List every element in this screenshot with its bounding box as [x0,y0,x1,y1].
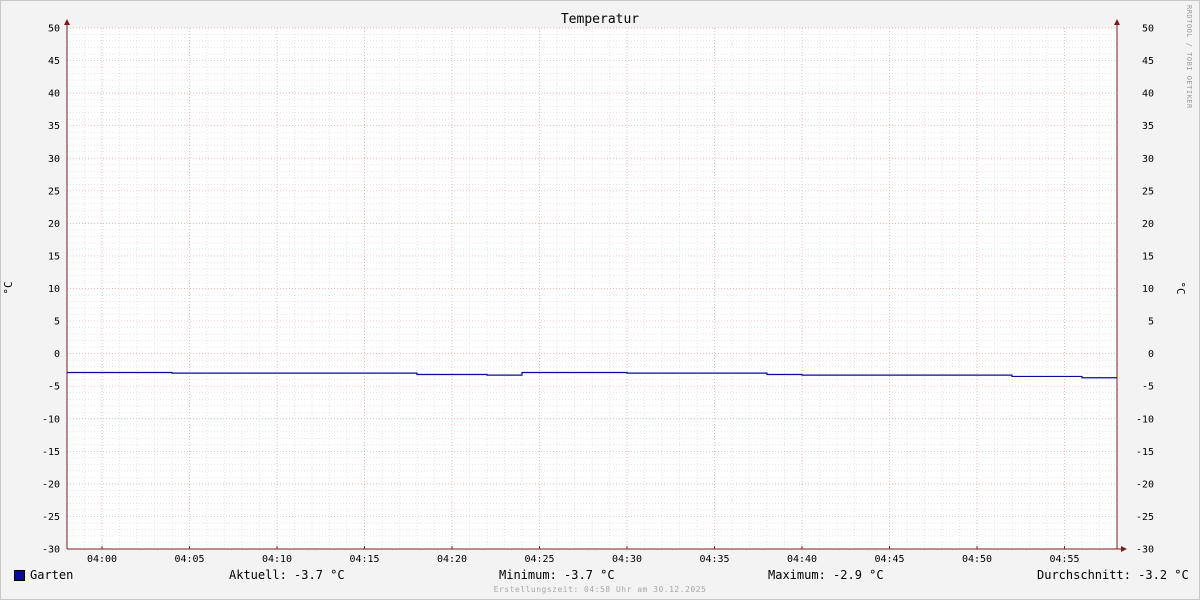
x-axis-arrow [1121,546,1127,552]
y-tick-label-right: 25 [1142,186,1154,197]
y-tick-label-left: 0 [54,349,60,360]
y-tick-label-right: -30 [1136,545,1154,556]
stat-durchschnitt: Durchschnitt: -3.2 °C [1037,568,1189,582]
y-tick-label-left: 30 [48,154,60,165]
x-tick-label: 04:10 [262,554,292,565]
y-tick-label-left: 5 [54,317,60,328]
y-tick-label-left: -5 [48,382,60,393]
y-tick-label-left: 15 [48,251,60,262]
x-tick-label: 04:45 [874,554,904,565]
y-tick-label-left: -30 [42,545,60,556]
legend-series-label: Garten [30,568,74,582]
y-tick-label-left: 20 [48,219,60,230]
y-tick-label-right: -25 [1136,512,1154,523]
watermark: RRDTOOL / TOBI OETIKER [1185,5,1193,109]
y-tick-label-right: 20 [1142,219,1154,230]
y-tick-label-right: 5 [1148,317,1154,328]
y-tick-label-left: -20 [42,479,60,490]
y-tick-label-right: 40 [1142,89,1154,100]
x-tick-label: 04:35 [699,554,729,565]
x-tick-label: 04:25 [524,554,554,565]
y-tick-label-left: -15 [42,447,60,458]
x-tick-label: 04:00 [87,554,117,565]
y-tick-label-right: -20 [1136,479,1154,490]
x-tick-label: 04:55 [1049,554,1079,565]
x-tick-label: 04:05 [174,554,204,565]
y-tick-label-left: 10 [48,284,60,295]
x-tick-label: 04:50 [962,554,992,565]
y-tick-label-left: -10 [42,414,60,425]
stat-minimum: Minimum: -3.7 °C [499,568,615,582]
y-tick-label-left: -25 [42,512,60,523]
x-tick-label: 04:30 [612,554,642,565]
y-axis-arrow-left [64,19,70,25]
x-tick-label: 04:40 [787,554,817,565]
chart-title: Temperatur [561,12,639,27]
y-tick-label-right: 30 [1142,154,1154,165]
y-axis-arrow-right [1114,19,1120,25]
legend-swatch-garten [14,570,25,581]
y-tick-label-right: 15 [1142,251,1154,262]
stat-maximum: Maximum: -2.9 °C [768,568,884,582]
stat-aktuell: Aktuell: -3.7 °C [229,568,345,582]
y-tick-label-left: 45 [48,56,60,67]
y-tick-label-right: 0 [1148,349,1154,360]
y-tick-label-right: -10 [1136,414,1154,425]
y-tick-label-right: -5 [1142,382,1154,393]
chart-canvas: Temperatur °C °C RRDTOOL / TOBI OETIKER … [2,5,1193,565]
y-tick-label-right: 45 [1142,56,1154,67]
y-tick-label-left: 35 [48,121,60,132]
y-tick-label-right: 10 [1142,284,1154,295]
x-tick-label: 04:15 [349,554,379,565]
y-tick-label-left: 40 [48,89,60,100]
y-tick-label-right: 35 [1142,121,1154,132]
y-axis-label-right: °C [1174,281,1187,294]
y-tick-label-right: 50 [1142,24,1154,35]
y-tick-label-right: -15 [1136,447,1154,458]
y-tick-label-left: 50 [48,24,60,35]
plot-area: 04:00 04:05 04:10 04:15 04:20 04:25 04:30 04:35… [42,19,1154,565]
x-tick-label: 04:20 [437,554,467,565]
y-axis-label-left: °C [2,281,15,294]
y-tick-label-left: 25 [48,186,60,197]
creation-timestamp: Erstellungszeit: 04:58 Uhr am 30.12.2025 [493,585,707,594]
